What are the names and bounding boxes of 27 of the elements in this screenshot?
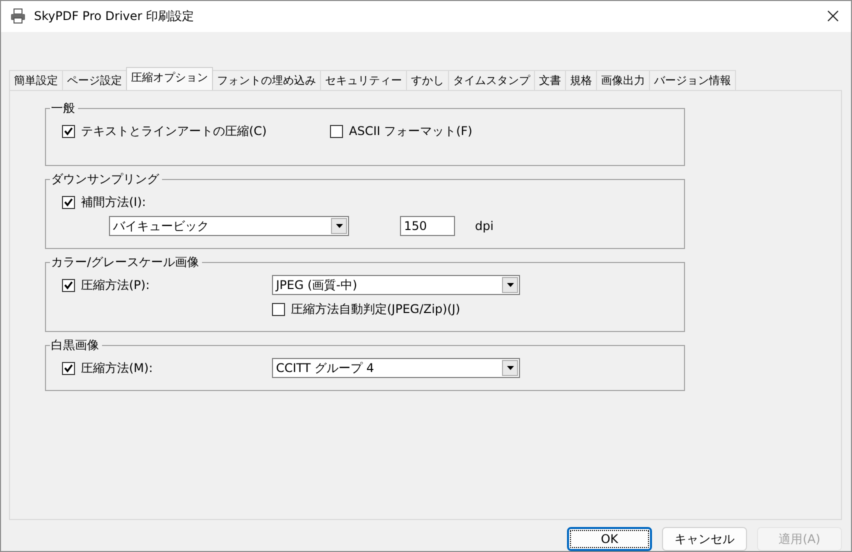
close-icon[interactable] [827, 10, 839, 22]
dropdown[interactable]: バイキュービック [109, 216, 349, 236]
dialog-button[interactable]: OK [567, 527, 652, 552]
checkbox[interactable]: テキストとラインアートの圧縮(C) [62, 122, 330, 140]
group-title: 一般 [50, 100, 78, 116]
tab[interactable]: 簡単設定 [9, 70, 63, 90]
check-icon [64, 364, 73, 373]
unit-label: dpi [474, 218, 495, 236]
group-title: ダウンサンプリング [50, 171, 162, 188]
dialog-button[interactable]: キャンセル [662, 527, 747, 552]
check-icon [64, 198, 73, 207]
window-title: SkyPDF Pro Driver 印刷設定 [34, 8, 194, 26]
input-field[interactable]: 150 [400, 216, 455, 236]
check-icon [64, 126, 73, 136]
group-title: カラー/グレースケール画像 [50, 254, 202, 270]
printer-icon [10, 8, 26, 24]
checkbox[interactable]: 圧縮方法(M): [62, 359, 272, 378]
dropdown[interactable]: CCITT グループ 4 [272, 358, 520, 378]
dropdown[interactable]: JPEG (画質-中) [272, 275, 520, 296]
checkbox[interactable]: 圧縮方法(P): [62, 276, 272, 294]
checkbox[interactable]: 補間方法(I): [62, 193, 684, 212]
group-title: 白黒画像 [50, 337, 102, 354]
tab[interactable]: バージョン情報 [649, 70, 736, 90]
checkbox[interactable]: 圧縮方法自動判定(JPEG/Zip)(J) [272, 300, 684, 318]
checkbox[interactable]: ASCII フォーマット(F) [330, 122, 684, 140]
check-icon [64, 280, 73, 290]
tab[interactable]: 圧縮オプション [126, 67, 213, 90]
